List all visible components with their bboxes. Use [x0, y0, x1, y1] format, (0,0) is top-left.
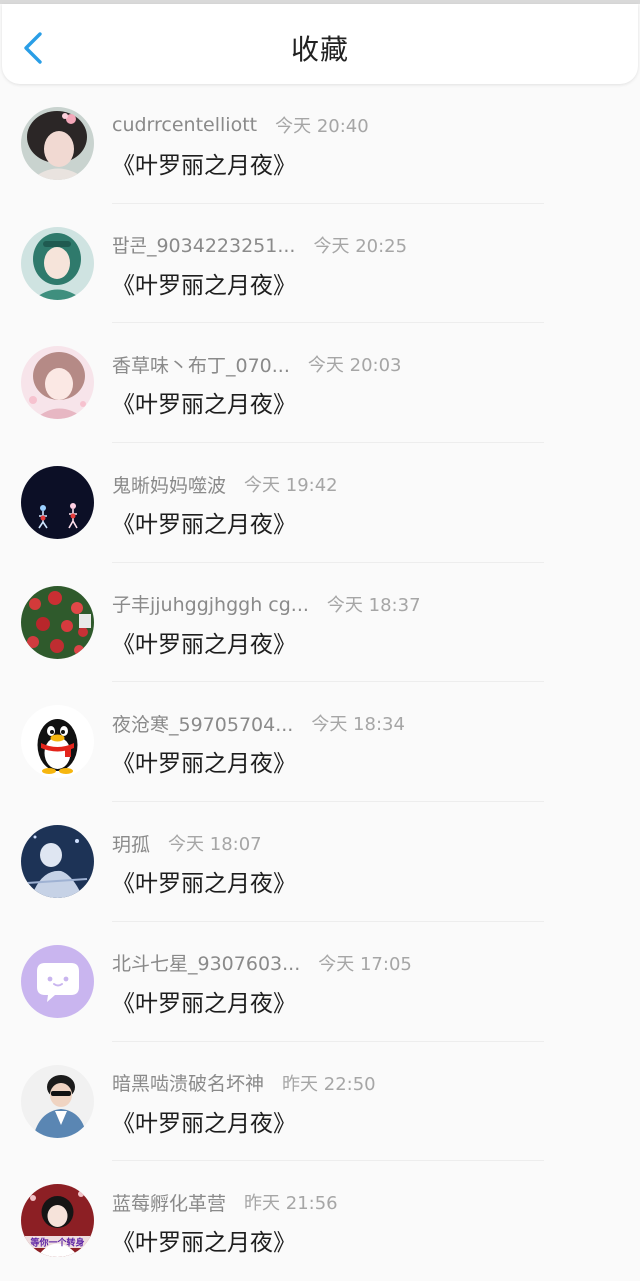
- item-meta: cudrrcentelliott 今天 20:40: [112, 112, 369, 138]
- timestamp: 昨天 21:56: [244, 1193, 338, 1215]
- red-roses-avatar[interactable]: [21, 585, 94, 659]
- list-item[interactable]: cudrrcentelliott 今天 20:40 《叶罗丽之月夜》: [0, 84, 640, 204]
- timestamp: 今天 20:03: [307, 355, 402, 377]
- page-title: 收藏: [290, 33, 349, 66]
- item-meta: 팝콘_9034223251... 今天 20:25: [112, 232, 407, 258]
- user-name[interactable]: 팝콘_9034223251...: [112, 231, 295, 258]
- list-item[interactable]: 子丰jjuhggjhggh cg... 今天 18:37 《叶罗丽之月夜》: [0, 563, 640, 683]
- list-item[interactable]: 玥孤 今天 18:07 《叶罗丽之月夜》: [0, 802, 640, 922]
- list-item[interactable]: 鬼晰妈妈噬波 今天 19:42 《叶罗丽之月夜》: [0, 443, 640, 563]
- green-hair-girl-avatar[interactable]: [21, 226, 94, 300]
- timestamp: 今天 18:37: [326, 594, 421, 616]
- list-item[interactable]: 香草味丶布丁_070... 今天 20:03 《叶罗丽之月夜》: [0, 323, 640, 444]
- boy-denim-avatar[interactable]: [21, 1064, 94, 1138]
- user-name[interactable]: 玥孤: [112, 830, 150, 857]
- work-title[interactable]: 《叶罗丽之月夜》: [112, 505, 296, 539]
- user-name[interactable]: 夜沧寒_59705704...: [112, 710, 293, 737]
- girl-red-bg-avatar[interactable]: 等你一个转身: [21, 1184, 94, 1258]
- purple-chat-bubble-avatar[interactable]: [21, 944, 94, 1018]
- user-name[interactable]: 暗黑啮溃破名坏神: [112, 1069, 264, 1096]
- user-name[interactable]: 香草味丶布丁_070...: [112, 351, 290, 378]
- timestamp: 今天 20:40: [275, 116, 369, 137]
- user-name[interactable]: 鬼晰妈妈噬波: [112, 471, 226, 498]
- work-title[interactable]: 《叶罗丽之月夜》: [112, 744, 296, 778]
- work-title[interactable]: 《叶罗丽之月夜》: [112, 1104, 296, 1138]
- night-boy-avatar[interactable]: [21, 825, 94, 899]
- timestamp: 今天 20:25: [313, 235, 408, 257]
- item-meta: 子丰jjuhggjhggh cg... 今天 18:37: [112, 591, 421, 617]
- list-item[interactable]: 팝콘_9034223251... 今天 20:25 《叶罗丽之月夜》: [0, 204, 640, 324]
- nav-header: 收藏: [2, 4, 638, 84]
- work-title[interactable]: 《叶罗丽之月夜》: [112, 1223, 296, 1257]
- user-name[interactable]: 蓝莓孵化革营: [112, 1189, 226, 1216]
- night-couple-avatar[interactable]: [21, 466, 94, 540]
- user-name[interactable]: 北斗七星_9307603...: [112, 949, 300, 976]
- work-title[interactable]: 《叶罗丽之月夜》: [112, 146, 296, 180]
- item-meta: 鬼晰妈妈噬波 今天 19:42: [112, 471, 338, 497]
- item-meta: 香草味丶布丁_070... 今天 20:03: [112, 351, 402, 377]
- list-item[interactable]: 暗黑啮溃破名坏神 昨天 22:50 《叶罗丽之月夜》: [0, 1042, 640, 1162]
- work-title[interactable]: 《叶罗丽之月夜》: [112, 385, 296, 419]
- work-title[interactable]: 《叶罗丽之月夜》: [112, 266, 296, 300]
- work-title[interactable]: 《叶罗丽之月夜》: [112, 625, 296, 659]
- timestamp: 今天 17:05: [318, 953, 412, 975]
- work-title[interactable]: 《叶罗丽之月夜》: [112, 984, 296, 1018]
- timestamp: 昨天 22:50: [282, 1073, 376, 1095]
- girl-flower-avatar[interactable]: [21, 107, 94, 180]
- list-item[interactable]: 等你一个转身 蓝莓孵化革营 昨天 21:56 《叶罗丽之月夜》: [0, 1161, 640, 1281]
- qq-penguin-avatar[interactable]: [21, 705, 94, 779]
- favorites-list: cudrrcentelliott 今天 20:40 《叶罗丽之月夜》 팝콘_90…: [0, 84, 640, 1281]
- timestamp: 今天 19:42: [244, 475, 338, 497]
- item-meta: 北斗七星_9307603... 今天 17:05: [112, 950, 412, 976]
- list-item[interactable]: 夜沧寒_59705704... 今天 18:34 《叶罗丽之月夜》: [0, 682, 640, 803]
- work-title[interactable]: 《叶罗丽之月夜》: [112, 864, 296, 898]
- user-name[interactable]: cudrrcentelliott: [112, 114, 257, 136]
- timestamp: 今天 18:34: [311, 714, 405, 736]
- avatar-caption: 等你一个转身: [29, 1237, 84, 1249]
- item-meta: 暗黑啮溃破名坏神 昨天 22:50: [112, 1070, 376, 1096]
- item-meta: 蓝莓孵化革营 昨天 21:56: [112, 1189, 338, 1215]
- item-meta: 夜沧寒_59705704... 今天 18:34: [112, 710, 405, 736]
- timestamp: 今天 18:07: [168, 834, 262, 856]
- user-name[interactable]: 子丰jjuhggjhggh cg...: [112, 590, 309, 617]
- item-meta: 玥孤 今天 18:07: [112, 830, 262, 856]
- list-item[interactable]: 北斗七星_9307603... 今天 17:05 《叶罗丽之月夜》: [0, 922, 640, 1042]
- pink-anime-girl-avatar[interactable]: [21, 346, 94, 420]
